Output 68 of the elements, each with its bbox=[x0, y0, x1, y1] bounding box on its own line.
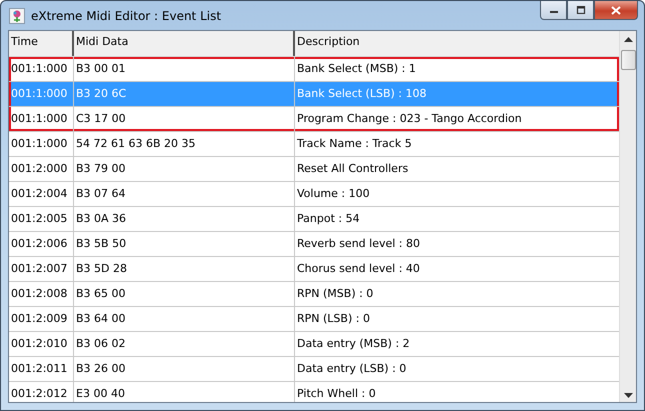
table-cell-text: Data entry (LSB) : 0 bbox=[296, 361, 408, 377]
table-cell: 001:2:004 bbox=[9, 182, 74, 206]
table-row[interactable]: 001:2:008 B3 65 00 RPN (MSB) : 0 bbox=[9, 282, 619, 307]
table-cell: B3 26 00 bbox=[74, 357, 295, 381]
table-row[interactable]: 001:2:009 B3 64 00 RPN (LSB) : 0 bbox=[9, 307, 619, 332]
table-cell: E3 00 40 bbox=[74, 382, 295, 402]
table-cell: 001:2:008 bbox=[9, 282, 74, 306]
table-cell-text: Panpot : 54 bbox=[296, 211, 361, 227]
minimize-button[interactable] bbox=[540, 1, 567, 20]
table-cell-text: Reverb send level : 80 bbox=[296, 236, 421, 252]
table-cell: B3 20 6C bbox=[74, 82, 295, 106]
scroll-thumb[interactable] bbox=[620, 50, 636, 70]
table-row[interactable]: 001:2:010 B3 06 02 Data entry (MSB) : 2 bbox=[9, 332, 619, 357]
scrollbar[interactable] bbox=[619, 31, 636, 402]
table-cell: B3 64 00 bbox=[74, 307, 295, 331]
table-row[interactable]: 001:1:000 B3 00 01 Bank Select (MSB) : 1 bbox=[9, 57, 619, 82]
table-cell: 001:2:011 bbox=[9, 357, 74, 381]
table-cell: 001:1:000 bbox=[9, 107, 74, 131]
table-cell: B3 5D 28 bbox=[74, 257, 295, 281]
table-cell-text: Chorus send level : 40 bbox=[296, 261, 421, 277]
table-cell: 001:2:009 bbox=[9, 307, 74, 331]
table-cell: 001:2:005 bbox=[9, 207, 74, 231]
table-cell: C3 17 00 bbox=[74, 107, 295, 131]
table-cell-text: RPN (MSB) : 0 bbox=[296, 286, 374, 302]
table-cell: B3 06 02 bbox=[74, 332, 295, 356]
column-header[interactable]: Midi Data bbox=[74, 31, 295, 56]
scroll-up-icon[interactable] bbox=[624, 37, 632, 42]
scroll-down-icon[interactable] bbox=[624, 393, 632, 398]
table-cell-text: Data entry (MSB) : 2 bbox=[296, 336, 411, 352]
close-icon bbox=[611, 6, 621, 14]
table-cell: 001:2:000 bbox=[9, 157, 74, 181]
table-cell-text: Pitch Whell : 0 bbox=[296, 386, 377, 402]
maximize-icon bbox=[576, 6, 586, 14]
table-cell: 001:2:012 bbox=[9, 382, 74, 402]
table-cell: B3 65 00 bbox=[74, 282, 295, 306]
table-row[interactable]: 001:1:000 54 72 61 63 6B 20 35 Track Name : Track 5 bbox=[9, 132, 619, 157]
app-icon bbox=[9, 8, 25, 24]
table-row[interactable]: 001:2:005 B3 0A 36 Panpot : 54 bbox=[9, 207, 619, 232]
table-cell: 001:1:000 bbox=[9, 57, 74, 81]
close-button[interactable] bbox=[594, 1, 638, 20]
table-cell: B3 79 00 bbox=[74, 157, 295, 181]
table-cell: 001:1:000 bbox=[9, 132, 74, 156]
table-row[interactable]: 001:2:011 B3 26 00 Data entry (LSB) : 0 bbox=[9, 357, 619, 382]
table-row[interactable]: 001:2:004 B3 07 64 Volume : 100 bbox=[9, 182, 619, 207]
table-cell-text: RPN (LSB) : 0 bbox=[296, 311, 371, 327]
table-cell: 001:2:010 bbox=[9, 332, 74, 356]
table-cell-text: Bank Select (MSB) : 1 bbox=[296, 61, 417, 77]
table-cell-text: Program Change : 023 - Tango Accordion bbox=[296, 111, 523, 127]
table-cell: B3 5B 50 bbox=[74, 232, 295, 256]
column-header[interactable]: Time bbox=[9, 31, 74, 56]
table-cell-text: Volume : 100 bbox=[296, 186, 371, 202]
table-row[interactable]: 001:2:007 B3 5D 28 Chorus send level : 40 bbox=[9, 257, 619, 282]
table-cell: 001:1:000 bbox=[9, 82, 74, 106]
table-row[interactable]: 001:1:000 C3 17 00 Program Change : 023 - Tango Accordion bbox=[9, 107, 619, 132]
table-cell: 001:2:006 bbox=[9, 232, 74, 256]
table-cell-text: Reset All Controllers bbox=[296, 161, 410, 177]
table-cell: 001:2:007 bbox=[9, 257, 74, 281]
table-row[interactable]: 001:2:000 B3 79 00 Reset All Controllers bbox=[9, 157, 619, 182]
column-header[interactable]: Description bbox=[295, 31, 619, 56]
table-cell: B3 0A 36 bbox=[74, 207, 295, 231]
table-cell-text: Track Name : Track 5 bbox=[296, 136, 413, 152]
maximize-button[interactable] bbox=[567, 1, 594, 20]
table-cell: B3 00 01 bbox=[74, 57, 295, 81]
table-cell: B3 07 64 bbox=[74, 182, 295, 206]
table-row[interactable]: 001:2:006 B3 5B 50 Reverb send level : 80 bbox=[9, 232, 619, 257]
table-cell-text: Bank Select (LSB) : 108 bbox=[296, 86, 428, 102]
table-cell: 54 72 61 63 6B 20 35 bbox=[74, 132, 295, 156]
window-title: eXtreme Midi Editor : Event List bbox=[31, 8, 222, 22]
